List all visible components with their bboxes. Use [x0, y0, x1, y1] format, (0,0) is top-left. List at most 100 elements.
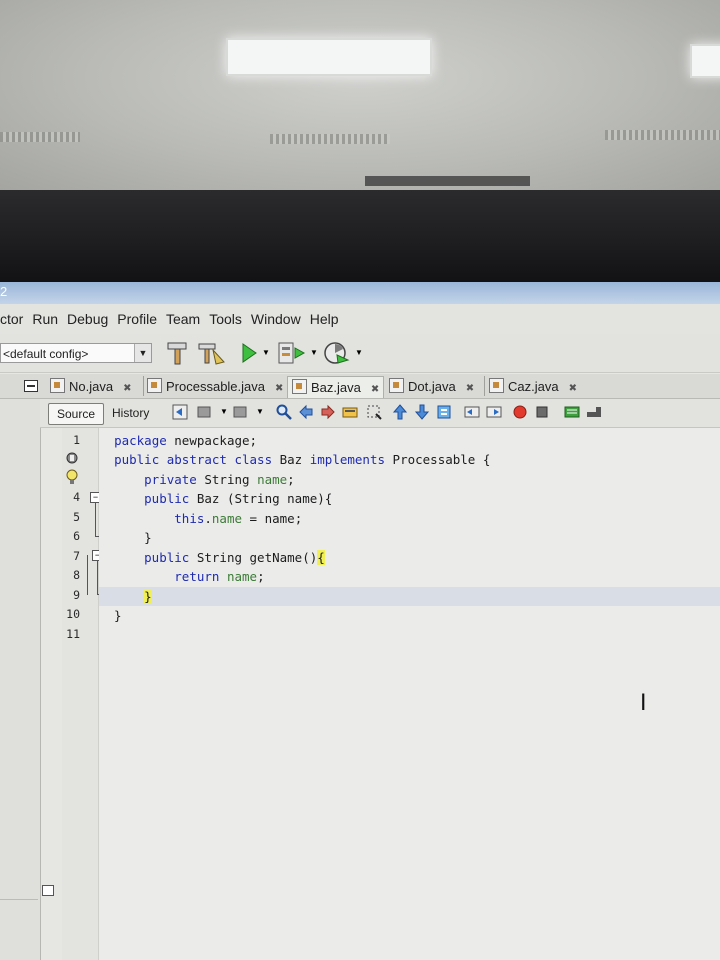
menu-run[interactable]: Run	[32, 311, 58, 327]
tab-dot-java[interactable]: Dot.java ✖	[389, 376, 474, 397]
java-file-icon	[147, 378, 162, 393]
next-bookmark-icon[interactable]	[414, 404, 430, 420]
config-select[interactable]: <default config> ▼	[0, 343, 152, 363]
minimize-icon[interactable]	[42, 885, 54, 896]
code-editor[interactable]: package newpackage; public abstract clas…	[99, 428, 720, 960]
ceiling-background	[0, 0, 720, 195]
code-line: public abstract class Baz implements Pro…	[114, 452, 491, 467]
java-file-icon	[50, 378, 65, 393]
stop-macro-icon[interactable]	[534, 404, 550, 420]
bracket-line	[87, 555, 88, 595]
ceiling-light	[690, 44, 720, 78]
forward-icon[interactable]	[232, 404, 248, 420]
menu-tools[interactable]: Tools	[209, 311, 242, 327]
shift-right-icon[interactable]	[486, 404, 502, 420]
minimize-icon[interactable]	[24, 380, 38, 392]
code-line: public Baz (String name){	[144, 491, 333, 506]
menu-bar: ctor Run Debug Profile Team Tools Window…	[0, 304, 720, 334]
line-number: 5	[73, 510, 80, 524]
menu-help[interactable]: Help	[310, 311, 339, 327]
monitor-bezel	[0, 190, 720, 282]
text-cursor-icon: I	[640, 691, 647, 716]
menu-profile[interactable]: Profile	[117, 311, 157, 327]
ceiling-vent	[605, 130, 720, 140]
uncomment-icon[interactable]	[586, 404, 602, 420]
projects-panel	[0, 399, 54, 960]
chevron-down-icon[interactable]: ▼	[134, 344, 151, 362]
tab-label: Caz.java	[508, 379, 559, 394]
toggle-bookmark-icon[interactable]	[436, 404, 452, 420]
profile-icon[interactable]	[322, 340, 350, 366]
chevron-down-icon[interactable]: ▼	[310, 340, 318, 366]
chevron-down-icon[interactable]: ▼	[262, 340, 270, 366]
java-file-icon	[389, 378, 404, 393]
code-line: public String getName(){	[144, 550, 325, 565]
tab-label: No.java	[69, 379, 114, 394]
line-number: 9	[73, 588, 80, 602]
close-icon[interactable]: ✖	[123, 383, 131, 394]
panel-separator	[0, 899, 38, 900]
tab-separator	[143, 376, 144, 396]
editor-tab-strip: No.java ✖ Processable.java ✖ Baz.java ✖ Dot…	[0, 374, 720, 399]
ceiling-vent	[0, 132, 80, 142]
ceiling-vent	[270, 134, 390, 144]
comment-icon[interactable]	[564, 404, 580, 420]
find-next-icon[interactable]	[320, 404, 336, 420]
line-number: 1	[73, 433, 80, 447]
implements-icon[interactable]	[66, 452, 78, 464]
ceiling-vent	[365, 176, 530, 186]
close-icon[interactable]: ✖	[569, 383, 577, 394]
hammer-icon[interactable]	[164, 340, 190, 366]
line-number: 8	[73, 568, 80, 582]
clean-build-icon[interactable]	[196, 340, 226, 366]
line-number: 7	[73, 549, 80, 563]
code-line: }	[99, 530, 152, 545]
history-view-button[interactable]: History	[104, 403, 157, 423]
code-line-current: }	[99, 587, 720, 606]
title-bar: 2	[0, 282, 720, 304]
tab-baz-java[interactable]: Baz.java ✖	[287, 376, 385, 398]
menu-window[interactable]: Window	[251, 311, 301, 327]
menu-team[interactable]: Team	[166, 311, 200, 327]
tab-processable-java[interactable]: Processable.java ✖	[147, 376, 283, 397]
line-number: 6	[73, 529, 80, 543]
search-icon[interactable]	[276, 404, 292, 420]
tab-no-java[interactable]: No.java ✖	[50, 376, 131, 397]
code-line: return name;	[174, 569, 265, 584]
ide-window: 2 ctor Run Debug Profile Team Tools Wind…	[0, 282, 720, 960]
chevron-down-icon[interactable]: ▼	[256, 404, 272, 420]
line-number: 10	[66, 607, 80, 621]
code-line: private String name;	[144, 472, 295, 487]
ceiling-light	[226, 38, 432, 76]
tab-label: Baz.java	[311, 380, 361, 395]
close-icon[interactable]: ✖	[466, 383, 474, 394]
chevron-down-icon[interactable]: ▼	[355, 340, 363, 366]
prev-bookmark-icon[interactable]	[392, 404, 408, 420]
close-icon[interactable]: ✖	[275, 383, 283, 394]
fold-line	[97, 561, 98, 595]
tab-label: Processable.java	[166, 379, 265, 394]
main-toolbar: <default config> ▼ ▼ ▼ ▼	[0, 334, 720, 373]
line-number: 4	[73, 490, 80, 504]
toggle-highlight-icon[interactable]	[342, 404, 358, 420]
run-icon[interactable]	[240, 340, 258, 366]
close-icon[interactable]: ✖	[371, 384, 379, 395]
menu-refactor[interactable]: ctor	[0, 311, 23, 327]
code-line: this.name = name;	[174, 511, 303, 526]
code-line: }	[99, 608, 122, 623]
window-title: 2	[0, 284, 8, 299]
rect-select-icon[interactable]	[366, 404, 382, 420]
editor-toolbar: Source History ▼ ▼	[40, 399, 720, 428]
java-file-icon	[292, 379, 307, 394]
tab-caz-java[interactable]: Caz.java ✖	[489, 376, 577, 397]
menu-debug[interactable]: Debug	[67, 311, 108, 327]
find-previous-icon[interactable]	[298, 404, 314, 420]
record-macro-icon[interactable]	[512, 404, 528, 420]
back-icon[interactable]	[196, 404, 212, 420]
debug-icon[interactable]	[276, 340, 306, 366]
tab-separator	[484, 376, 485, 396]
hint-bulb-icon[interactable]	[65, 469, 79, 485]
source-view-button[interactable]: Source	[48, 403, 105, 425]
shift-left-icon[interactable]	[464, 404, 480, 420]
last-edit-icon[interactable]	[172, 404, 188, 420]
